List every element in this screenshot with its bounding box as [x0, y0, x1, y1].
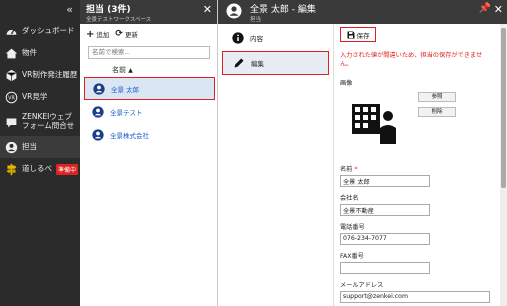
page-subtitle: 担当	[250, 17, 262, 23]
staff-list-panel: 担当 (3件) 全景テストワークスペース ✕ + 追加 ⟳ 更新 名前 ▲ 全景…	[80, 0, 218, 306]
close-list-panel-button[interactable]: ✕	[203, 3, 212, 16]
photo-actions: 参照 削除	[418, 91, 456, 158]
person-icon	[4, 140, 18, 154]
vr-badge-icon: VR	[4, 90, 18, 104]
chat-icon	[4, 115, 18, 129]
refresh-button[interactable]: ⟳ 更新	[115, 29, 138, 39]
detail-tabs: 内容 編集	[218, 24, 334, 306]
svg-text:VR: VR	[8, 95, 15, 101]
tab-content[interactable]: 内容	[218, 26, 333, 50]
name-field-label: 名前 *	[340, 165, 358, 173]
photo-label: 画像	[340, 79, 353, 87]
photo-section: 参照 削除	[340, 89, 497, 158]
list-panel-title: 担当 (3件)	[86, 5, 131, 15]
sidebar-item-properties[interactable]: 物件	[0, 42, 80, 64]
staff-detail-panel: 全景 太郎 - 編集 担当 📌 ✕ 内容 編集 保存 入力された値が間違いため、…	[218, 0, 507, 306]
person-icon	[92, 128, 104, 141]
save-button[interactable]: 保存	[340, 27, 376, 42]
sidebar-item-vr-orders[interactable]: VR制作発注履歴	[0, 64, 80, 86]
email-field[interactable]: support@zenkei.com	[340, 290, 490, 303]
phone-field-label: 電話番号	[340, 223, 365, 231]
scrollbar[interactable]	[500, 24, 507, 306]
sidebar: « ダッシュボード 物件 VR制作発注履歴 VR VR見学 ZENKEIウェブ …	[0, 0, 80, 306]
sidebar-item-dashboard[interactable]: ダッシュボード	[0, 20, 80, 42]
building-icon	[4, 46, 18, 60]
add-button[interactable]: + 追加	[86, 29, 109, 40]
refresh-icon: ⟳	[115, 29, 123, 39]
signpost-icon	[4, 162, 18, 176]
workspace-name: 全景テストワークスペース	[86, 17, 152, 23]
sidebar-item-web-form[interactable]: ZENKEIウェブ フォーム問合せ	[0, 108, 80, 136]
required-marker: *	[354, 165, 358, 173]
email-field-label: メールアドレス	[340, 281, 384, 289]
status-badge: 準備中	[55, 164, 78, 175]
close-detail-button[interactable]: ✕	[494, 3, 503, 16]
collapse-sidebar-button[interactable]: «	[0, 0, 80, 20]
plus-icon: +	[86, 28, 95, 40]
info-icon	[232, 32, 244, 44]
pencil-icon	[234, 58, 244, 68]
browse-button[interactable]: 参照	[418, 91, 456, 102]
floppy-disk-icon	[347, 31, 354, 38]
speedometer-icon	[4, 24, 18, 38]
sidebar-item-signpost[interactable]: 道しるべ 準備中	[0, 158, 80, 180]
sort-ascending-icon: ▲	[128, 67, 133, 74]
sidebar-item-vr-tour[interactable]: VR VR見学	[0, 86, 80, 108]
page-title: 全景 太郎 - 編集	[250, 5, 316, 15]
person-icon	[92, 105, 104, 118]
name-field[interactable]: 全景 太郎	[340, 174, 430, 187]
fax-field-label: FAX番号	[340, 252, 364, 260]
sidebar-item-staff[interactable]: 担当	[0, 136, 80, 158]
tab-edit[interactable]: 編集	[222, 51, 329, 75]
table-row[interactable]: 全景 太郎	[84, 77, 215, 100]
scrollbar-thumb[interactable]	[501, 28, 506, 188]
person-icon	[93, 82, 105, 95]
edit-form: 保存 入力された値が間違いため、担当の保存ができません。 画像 参照 削除 名前…	[336, 24, 497, 306]
delete-photo-button[interactable]: 削除	[418, 106, 456, 117]
profile-photo	[340, 89, 408, 158]
vr-headset-icon	[4, 68, 18, 82]
table-row[interactable]: 全景テスト	[80, 100, 217, 123]
row-name: 全景株式会社	[110, 131, 149, 140]
person-presentation-icon	[352, 103, 396, 144]
search-input[interactable]	[88, 46, 210, 59]
fax-field[interactable]	[340, 261, 430, 274]
detail-header: 全景 太郎 - 編集 担当 📌 ✕	[218, 0, 507, 24]
pin-icon[interactable]: 📌	[479, 3, 491, 14]
row-name: 全景テスト	[110, 108, 143, 117]
list-toolbar: + 追加 ⟳ 更新	[80, 24, 217, 44]
table-row[interactable]: 全景株式会社	[80, 123, 217, 146]
validation-error-message: 入力された値が間違いため、担当の保存ができません。	[340, 52, 483, 69]
name-column-header[interactable]: 名前 ▲	[80, 59, 217, 77]
company-field[interactable]: 全景不動産	[340, 203, 430, 216]
list-panel-header: 担当 (3件) 全景テストワークスペース ✕	[80, 0, 217, 24]
row-name: 全景 太郎	[111, 85, 140, 94]
phone-field[interactable]: 076-234-7077	[340, 232, 430, 245]
company-field-label: 会社名	[340, 194, 359, 202]
avatar	[226, 3, 242, 19]
